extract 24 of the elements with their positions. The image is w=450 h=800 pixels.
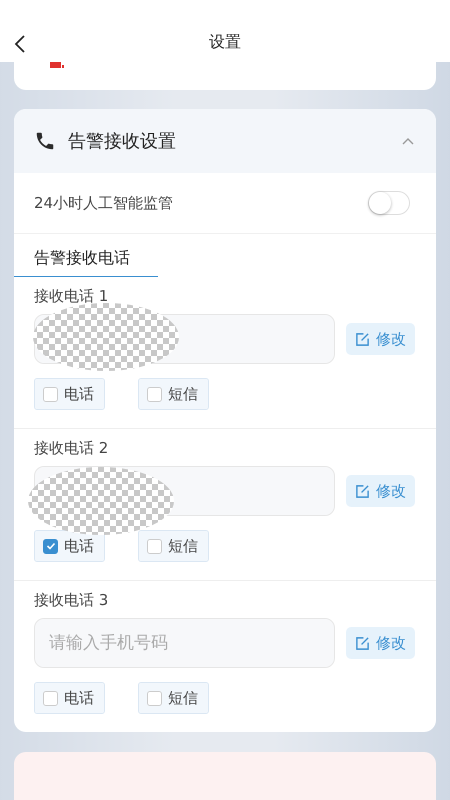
back-icon[interactable] xyxy=(14,35,26,53)
page-title: 设置 xyxy=(209,32,241,52)
checkbox-option[interactable]: 电话 xyxy=(34,378,105,410)
checkbox-option[interactable]: 短信 xyxy=(138,530,209,562)
field-label: 接收电话 1 xyxy=(34,287,110,306)
section-header[interactable]: 告警接收设置 xyxy=(14,109,436,173)
checkbox-option[interactable]: 短信 xyxy=(138,378,209,410)
checkbox-option[interactable]: 短信 xyxy=(138,682,209,714)
checkmark-icon xyxy=(46,541,56,551)
edit-icon xyxy=(355,484,370,498)
setting-label: 24小时人工智能监管 xyxy=(34,194,174,212)
checkbox-option[interactable]: 电话 xyxy=(34,682,105,714)
checkbox-option[interactable]: 电话 xyxy=(34,530,105,562)
edit-icon xyxy=(355,636,370,650)
tab[interactable]: 告警接收电话 xyxy=(14,248,158,277)
phone-input-field[interactable]: 请输入手机号码 xyxy=(34,618,335,668)
chevron-icon xyxy=(402,137,414,145)
section-title: 告警接收设置 xyxy=(68,130,177,153)
phone-icon xyxy=(34,130,56,152)
edit-icon xyxy=(355,332,370,346)
field-label: 接收电话 2 xyxy=(34,439,110,458)
toggle-switch[interactable] xyxy=(368,191,410,215)
field-label: 接收电话 3 xyxy=(34,591,110,610)
alert-icon xyxy=(50,62,64,68)
